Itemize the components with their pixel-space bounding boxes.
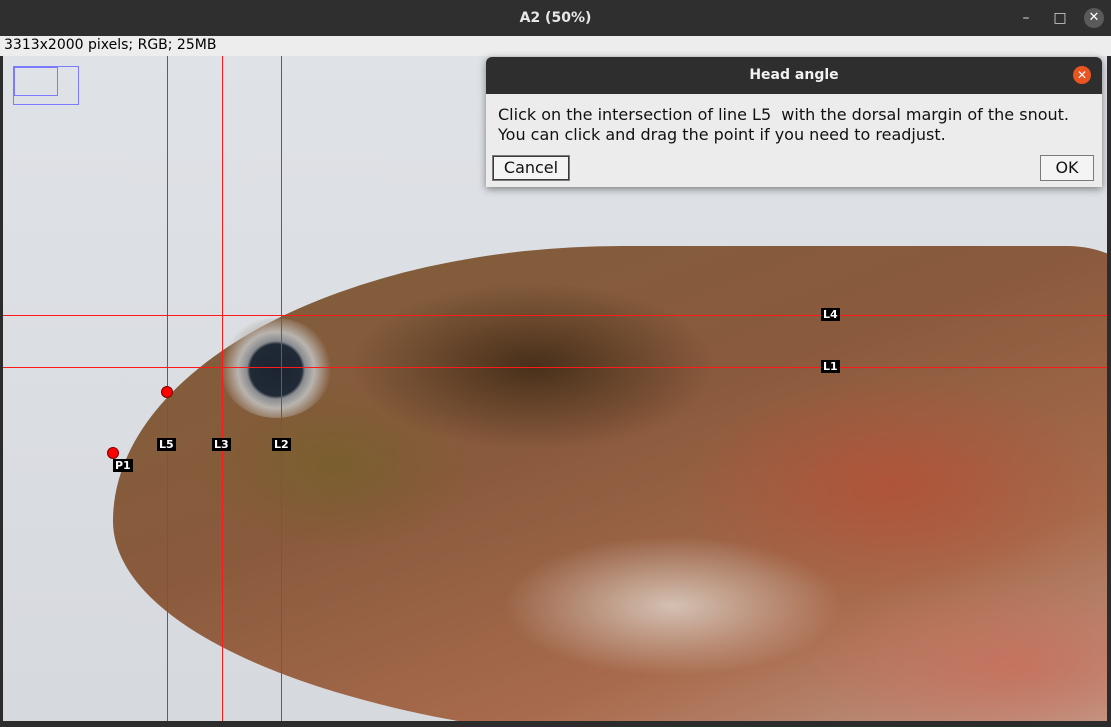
point-p1-marker[interactable] <box>107 447 119 459</box>
navigator-box[interactable] <box>13 66 79 105</box>
window-titlebar[interactable]: A2 (50%) – □ ✕ <box>0 0 1111 36</box>
fish-eye <box>220 318 332 418</box>
line-l4 <box>3 315 1107 316</box>
navigator-viewport[interactable] <box>14 67 58 96</box>
label-l2: L2 <box>272 438 291 451</box>
dialog-close-icon[interactable]: ✕ <box>1073 66 1091 84</box>
ok-button[interactable]: OK <box>1040 155 1094 181</box>
image-info-bar: 3313x2000 pixels; RGB; 25MB <box>0 36 1111 56</box>
line-l3 <box>222 56 223 721</box>
maximize-icon[interactable]: □ <box>1050 8 1070 28</box>
dialog-message-line2: You can click and drag the point if you … <box>498 125 946 144</box>
label-l4: L4 <box>821 308 840 321</box>
window-title: A2 (50%) <box>519 10 592 26</box>
dialog-title: Head angle <box>486 57 1102 94</box>
dialog-message: Click on the intersection of line L5 wit… <box>498 105 1069 145</box>
snout-point-marker[interactable] <box>161 386 173 398</box>
close-icon[interactable]: ✕ <box>1084 8 1104 28</box>
dialog-message-line1: Click on the intersection of line L5 wit… <box>498 105 1069 124</box>
label-l5: L5 <box>157 438 176 451</box>
minimize-icon[interactable]: – <box>1016 8 1036 28</box>
label-l3: L3 <box>212 438 231 451</box>
label-p1: P1 <box>113 459 133 472</box>
line-l2 <box>281 56 282 721</box>
label-l1: L1 <box>821 360 840 373</box>
cancel-button[interactable]: Cancel <box>492 155 570 181</box>
line-l1 <box>3 367 1107 368</box>
fish-image <box>113 246 1107 721</box>
image-info-text: 3313x2000 pixels; RGB; 25MB <box>4 37 217 53</box>
head-angle-dialog: Head angle ✕ Click on the intersection o… <box>486 57 1102 187</box>
